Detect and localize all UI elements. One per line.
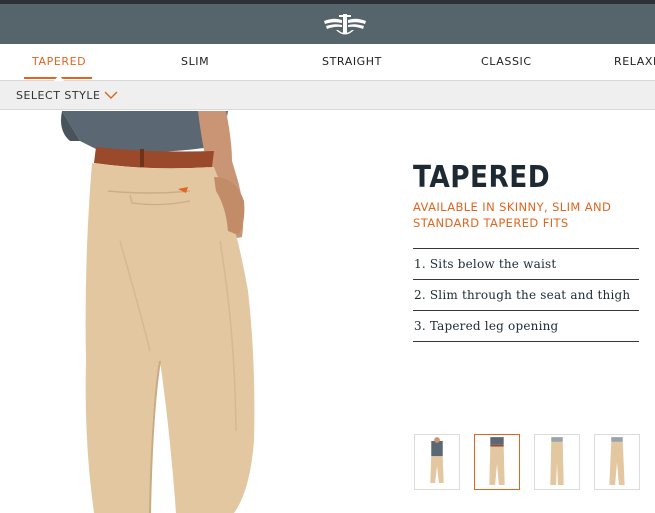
select-style-dropdown[interactable]: SELECT STYLE: [16, 81, 100, 110]
thumbnail-image: [609, 437, 625, 485]
tab-label: CLASSIC: [481, 55, 532, 68]
feature-list: 1. Sits below the waist 2. Slim through …: [413, 248, 639, 342]
tab-slim[interactable]: SLIM: [181, 44, 209, 81]
select-style-label: SELECT STYLE: [16, 89, 101, 102]
tab-label: RELAXED: [614, 55, 655, 68]
fit-tabs: TAPERED SLIM STRAIGHT CLASSIC RELAXED: [0, 44, 655, 87]
thumbnail-side[interactable]: [534, 434, 580, 490]
thumbnail-front-full[interactable]: [414, 434, 460, 490]
feature-item: 1. Sits below the waist: [413, 249, 639, 280]
product-info: TAPERED AVAILABLE IN SKINNY, SLIM AND ST…: [413, 160, 639, 342]
tab-classic[interactable]: CLASSIC: [481, 44, 532, 81]
dockers-wing-logo-icon[interactable]: [322, 11, 368, 39]
thumbnail-image: [430, 437, 444, 484]
chevron-down-icon[interactable]: [103, 89, 119, 101]
thumbnail-strip: [414, 434, 640, 490]
product-hero-image: [61, 111, 255, 513]
style-selector-bar: SELECT STYLE: [0, 81, 655, 110]
top-bar: [0, 0, 655, 44]
thumbnail-side-alt[interactable]: [594, 434, 640, 490]
tab-label: SLIM: [181, 55, 210, 68]
thumbnail-image: [550, 437, 564, 485]
tab-label: TAPERED: [32, 55, 87, 68]
feature-item: 2. Slim through the seat and thigh: [413, 280, 639, 311]
tab-label: STRAIGHT: [322, 55, 382, 68]
thumbnail-image: [489, 437, 505, 485]
tab-straight[interactable]: STRAIGHT: [322, 44, 382, 81]
thumbnail-back[interactable]: [474, 434, 520, 490]
product-title: TAPERED: [413, 160, 551, 195]
product-subtitle: AVAILABLE IN SKINNY, SLIM AND STANDARD T…: [413, 200, 612, 230]
tab-relaxed[interactable]: RELAXED: [614, 44, 655, 81]
tab-tapered[interactable]: TAPERED: [24, 44, 93, 87]
feature-item: 3. Tapered leg opening: [413, 311, 639, 342]
